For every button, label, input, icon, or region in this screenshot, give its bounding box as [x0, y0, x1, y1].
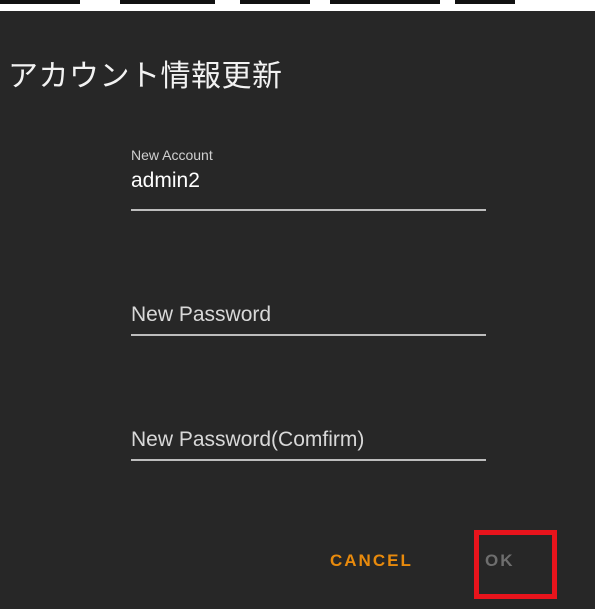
field-underline — [131, 459, 486, 461]
new-account-value[interactable]: admin2 — [131, 169, 200, 193]
cropped-edge-mark — [330, 0, 440, 4]
cropped-edge-mark — [120, 0, 215, 4]
screenshot-frame: アカウント情報更新 New Account admin2 New Passwor… — [0, 0, 601, 609]
top-edge-strip — [0, 0, 601, 11]
account-update-dialog: アカウント情報更新 New Account admin2 New Passwor… — [0, 11, 595, 609]
new-password-field[interactable]: New Password — [131, 298, 486, 338]
cancel-button[interactable]: CANCEL — [330, 551, 413, 571]
new-account-field[interactable]: New Account admin2 — [131, 147, 486, 213]
confirm-password-placeholder: New Password(Comfirm) — [131, 428, 365, 451]
field-underline — [131, 209, 486, 211]
cropped-edge-mark — [0, 0, 80, 4]
cropped-edge-mark — [455, 0, 515, 4]
confirm-password-field[interactable]: New Password(Comfirm) — [131, 423, 486, 463]
new-password-placeholder: New Password — [131, 303, 272, 326]
new-account-label: New Account — [131, 147, 213, 163]
field-underline — [131, 334, 486, 336]
cropped-edge-mark — [240, 0, 310, 4]
dialog-title: アカウント情報更新 — [8, 59, 283, 94]
ok-highlight-annotation — [474, 530, 557, 599]
